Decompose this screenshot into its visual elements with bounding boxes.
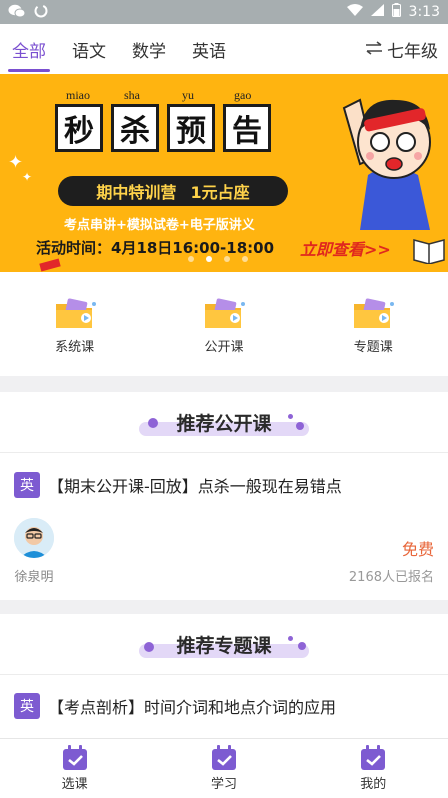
section-title: 推荐公开课 — [176, 412, 272, 435]
calendar-check-icon — [62, 745, 87, 770]
subject-tab-bar: 全部 语文 数学 英语 七年级 — [0, 24, 448, 74]
folder-video-icon — [354, 297, 395, 328]
bottom-tab-label: 选课 — [61, 777, 88, 792]
cartoon-student-illustration — [342, 98, 431, 230]
calendar-check-icon — [361, 745, 386, 770]
carousel-indicator[interactable] — [188, 256, 248, 262]
category-open-course[interactable]: 公开课 — [179, 294, 269, 355]
course-title: 【考点剖析】时间介词和地点介词的应用 — [48, 698, 337, 717]
wifi-icon — [346, 4, 363, 20]
course-item[interactable]: 英 【考点剖析】时间介词和地点介词的应用 — [0, 675, 448, 737]
sparkle-icon: ✦ — [22, 170, 33, 184]
signup-count: 2168人已报名 — [348, 570, 434, 585]
bottom-tab-select-course[interactable]: 选课 — [35, 745, 115, 792]
category-label: 系统课 — [55, 339, 95, 355]
grade-label: 七年级 — [387, 41, 438, 62]
bottom-tab-study[interactable]: 学习 — [184, 745, 264, 792]
category-label: 公开课 — [204, 339, 244, 355]
sync-icon — [34, 3, 48, 22]
bottom-tab-bar: 选课 学习 我的 — [0, 738, 448, 798]
category-topic-course[interactable]: 专题课 — [328, 294, 418, 355]
pinyin-4: gao — [234, 88, 252, 102]
decor-dot — [296, 422, 304, 430]
carousel-dot-active[interactable] — [206, 256, 212, 262]
decor-dot — [144, 642, 154, 652]
promo-pill: 期中特训营 1元占座 — [58, 176, 288, 206]
pinyin-2: sha — [124, 88, 140, 102]
pill-left-text: 期中特训营 — [96, 183, 177, 202]
headline-tile: 杀 — [111, 104, 159, 152]
banner-time-line: 活动时间：4月18日16:00-18:00 — [36, 239, 275, 257]
carousel-dot[interactable] — [188, 256, 194, 262]
headline-tiles: 秒 杀 预 告 — [55, 104, 271, 152]
bottom-tab-label: 学习 — [210, 777, 237, 792]
folder-video-icon — [204, 297, 245, 328]
tab-all[interactable]: 全部 — [8, 31, 50, 72]
grade-switcher[interactable]: 七年级 — [365, 37, 438, 62]
course-meta: 徐泉明 免费 2168人已报名 — [0, 517, 448, 597]
book-icon — [413, 239, 445, 264]
bottom-tab-mine[interactable]: 我的 — [333, 745, 413, 792]
calendar-check-icon — [211, 745, 236, 770]
section-header: 推荐公开课 — [0, 392, 448, 452]
recommended-topic-course-section: 推荐专题课 英 【考点剖析】时间介词和地点介词的应用 — [0, 614, 448, 738]
course-item[interactable]: 英 【期末公开课-回放】点杀一般现在易错点 — [0, 453, 448, 517]
pinyin-1: miao — [66, 88, 90, 102]
price-info: 免费 2168人已报名 — [349, 536, 434, 585]
teacher-info: 徐泉明 — [14, 518, 54, 585]
teacher-name: 徐泉明 — [14, 570, 54, 585]
sparkle-icon: ✦ — [8, 152, 24, 173]
category-system-course[interactable]: 系统课 — [30, 294, 120, 355]
subject-badge: 英 — [14, 693, 40, 719]
carousel-dot[interactable] — [242, 256, 248, 262]
course-title: 【期末公开课-回放】点杀一般现在易错点 — [48, 477, 342, 496]
course-price: 免费 — [401, 540, 434, 559]
swap-arrows-icon — [365, 40, 383, 59]
category-label: 专题课 — [353, 339, 393, 355]
status-bar: 3:13 — [0, 0, 448, 24]
headline-tile: 秒 — [55, 104, 103, 152]
recommended-open-course-section: 推荐公开课 英 【期末公开课-回放】点杀一般现在易错点 徐泉明 免费 2168人… — [0, 392, 448, 600]
banner-cta-link[interactable]: 立即查看>> — [300, 236, 391, 260]
teacher-avatar — [14, 518, 54, 558]
promo-banner[interactable]: miao sha yu gao 秒 杀 预 告 ✦ ✦ 期中特训营 1元占座 考… — [0, 74, 448, 272]
pill-right-text: 1元占座 — [190, 183, 250, 202]
section-header: 推荐专题课 — [0, 614, 448, 674]
carousel-dot[interactable] — [224, 256, 230, 262]
subject-badge: 英 — [14, 472, 40, 498]
decor-dot — [298, 642, 306, 650]
folder-video-icon — [55, 297, 96, 328]
banner-contents-line: 考点串讲+模拟试卷+电子版讲义 — [64, 218, 255, 233]
headline-tile: 预 — [167, 104, 215, 152]
decor-dot — [288, 636, 293, 641]
headline-tile: 告 — [223, 104, 271, 152]
course-category-row: 系统课 公开课 专题课 — [0, 272, 448, 376]
tab-english[interactable]: 英语 — [190, 31, 228, 68]
wechat-icon — [8, 3, 26, 22]
signal-icon — [370, 4, 384, 20]
tab-math[interactable]: 数学 — [130, 31, 168, 68]
pinyin-3: yu — [182, 88, 194, 102]
tab-chinese[interactable]: 语文 — [70, 31, 108, 68]
status-time: 3:13 — [408, 4, 440, 20]
decor-dot — [148, 418, 158, 428]
pencil-icon — [39, 258, 61, 272]
battery-icon — [391, 3, 401, 21]
section-title: 推荐专题课 — [176, 634, 272, 657]
decor-dot — [288, 414, 293, 419]
bottom-tab-label: 我的 — [360, 777, 387, 792]
